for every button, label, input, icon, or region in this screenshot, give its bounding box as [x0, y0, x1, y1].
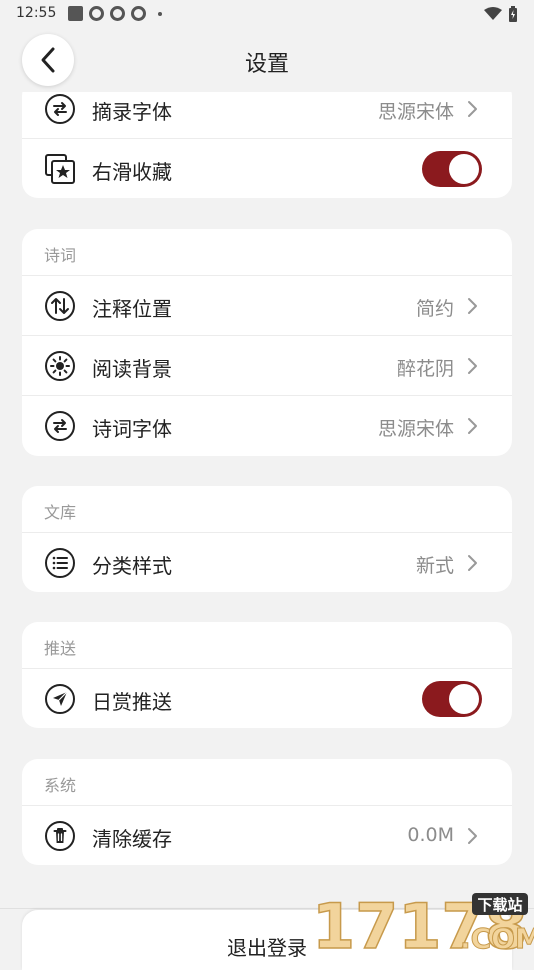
system-icons — [484, 6, 518, 22]
settings-card-poetry: 诗词 注释位置 简约 阅读背景 醉花阴 诗词字体 思源宋体 — [22, 229, 512, 456]
settings-card-excerpt: 摘录字体 思源宋体 右滑收藏 — [22, 80, 512, 198]
chevron-right-icon — [468, 298, 477, 314]
setting-row-annotation-position[interactable]: 注释位置 简约 — [22, 275, 512, 335]
setting-label: 右滑收藏 — [92, 160, 172, 184]
section-title: 诗词 — [44, 246, 77, 265]
chevron-right-icon — [468, 418, 477, 434]
app-header: 设置 — [0, 28, 534, 92]
chevron-right-icon — [468, 101, 477, 117]
site-watermark-logo: 17178 下载站 .COM — [311, 890, 534, 950]
setting-value: 简约 — [415, 298, 454, 320]
daily-push-toggle[interactable] — [422, 681, 482, 717]
setting-value: 醉花阴 — [396, 358, 454, 380]
app-notification-icon — [68, 6, 83, 21]
setting-label: 阅读背景 — [92, 357, 172, 381]
setting-label: 诗词字体 — [92, 417, 172, 441]
setting-value: 新式 — [415, 555, 454, 577]
page-title: 设置 — [244, 52, 289, 77]
settings-card-library: 文库 分类样式 新式 — [22, 486, 512, 592]
switch-arrows-icon — [45, 411, 75, 441]
list-icon — [45, 548, 75, 578]
setting-label: 摘录字体 — [92, 100, 172, 124]
setting-row-clear-cache[interactable]: 清除缓存 0.0M — [22, 805, 512, 865]
toggle-knob — [449, 684, 479, 714]
swipe-favorite-toggle[interactable] — [422, 151, 482, 187]
setting-label: 注释位置 — [92, 297, 172, 321]
watermark-tag: 下载站 — [477, 896, 522, 914]
setting-row-reading-background[interactable]: 阅读背景 醉花阴 — [22, 335, 512, 395]
setting-label: 日赏推送 — [92, 690, 172, 714]
setting-label: 分类样式 — [92, 554, 172, 578]
sort-arrows-icon — [45, 291, 75, 321]
setting-value: 思源宋体 — [377, 418, 454, 440]
toggle-knob — [449, 154, 479, 184]
more-notifications-icon — [158, 11, 162, 16]
settings-card-push: 推送 日赏推送 — [22, 622, 512, 728]
status-bar: 12:55 — [0, 0, 534, 28]
setting-row-swipe-favorite: 右滑收藏 — [22, 138, 512, 198]
section-title: 推送 — [44, 639, 77, 658]
chevron-right-icon — [468, 358, 477, 374]
battery-icon — [509, 6, 517, 22]
app-notification-icon — [89, 6, 104, 21]
send-icon — [45, 684, 75, 714]
setting-row-poetry-font[interactable]: 诗词字体 思源宋体 — [22, 395, 512, 455]
sun-icon — [45, 351, 75, 381]
chevron-right-icon — [468, 555, 477, 571]
setting-label: 清除缓存 — [92, 827, 172, 851]
switch-arrows-icon — [45, 94, 75, 124]
section-title: 系统 — [44, 776, 77, 795]
wifi-icon — [484, 7, 502, 20]
app-notification-icon — [110, 6, 125, 21]
setting-row-daily-push: 日赏推送 — [22, 668, 512, 728]
setting-value: 思源宋体 — [377, 101, 454, 123]
setting-row-category-style[interactable]: 分类样式 新式 — [22, 532, 512, 592]
favorite-star-icon — [45, 154, 75, 184]
chevron-right-icon — [468, 828, 477, 844]
app-notification-icon — [131, 6, 146, 21]
status-time: 12:55 — [16, 5, 57, 21]
setting-value: 0.0M — [407, 824, 454, 846]
trash-icon — [45, 821, 75, 851]
settings-card-system: 系统 清除缓存 0.0M — [22, 759, 512, 865]
watermark-domain: .COM — [460, 922, 534, 950]
section-title: 文库 — [44, 503, 77, 522]
notification-icons — [68, 6, 162, 21]
